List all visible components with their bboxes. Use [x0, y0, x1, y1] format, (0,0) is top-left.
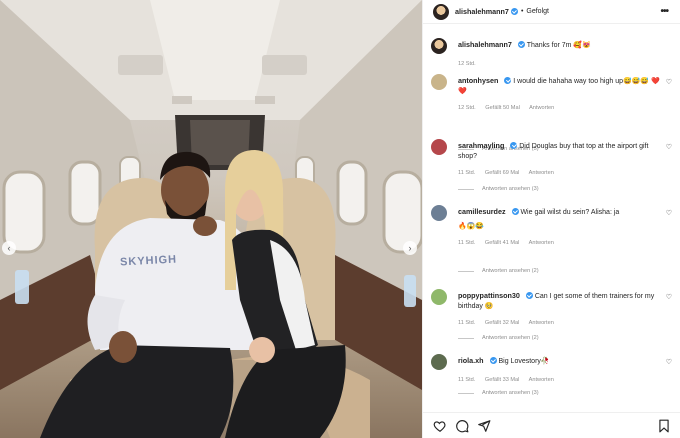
comment-username[interactable]: sarahmayling — [458, 141, 504, 150]
reply-button[interactable]: Antworten — [529, 240, 554, 246]
comment-item: antonhysen I would die hahaha way too hi… — [431, 74, 676, 152]
comment-text: Wie gail wilst du sein? Alisha: ja — [520, 209, 620, 216]
caption-text: Thanks for 7m 🥰😻 — [526, 42, 591, 49]
comment-like-heart-icon[interactable]: ♡ — [666, 143, 672, 151]
post-photo[interactable]: SKYHIGH ‹ › — [0, 0, 422, 438]
comment-icon[interactable] — [455, 419, 469, 433]
post-action-bar — [423, 412, 680, 438]
comment-avatar[interactable] — [431, 205, 447, 221]
comment-body: poppypattinson30 Can I get some of them … — [458, 291, 660, 328]
comment-avatar[interactable] — [431, 74, 447, 90]
jet-interior-image — [0, 0, 422, 438]
more-options-icon[interactable]: ••• — [660, 6, 668, 17]
verified-badge-icon — [510, 142, 518, 149]
comment-likes[interactable]: Gefällt 69 Mal — [485, 170, 520, 176]
view-replies-label: Antworten ansehen (3) — [482, 390, 539, 396]
post-sidebar: alishalehmann7 • Gefolgt ••• alishalehma… — [422, 0, 680, 438]
view-replies-button[interactable]: Antworten ansehen (3) — [458, 390, 539, 396]
bookmark-icon[interactable] — [658, 419, 670, 433]
caption: alishalehmann7 Thanks for 7m 🥰😻 12 Std. — [431, 38, 676, 74]
send-icon[interactable] — [477, 419, 491, 433]
comment-username[interactable]: camillesurdez — [458, 207, 506, 216]
comment-body: sarahmayling Did Douglas buy that top at… — [458, 141, 660, 178]
caption-username[interactable]: alishalehmann7 — [458, 40, 512, 49]
comment-avatar[interactable] — [431, 139, 447, 155]
comment-username[interactable]: antonhysen — [458, 76, 498, 85]
verified-badge-icon — [510, 8, 518, 15]
caption-body: alishalehmann7 Thanks for 7m 🥰😻 12 Std. — [458, 40, 660, 69]
view-replies-button[interactable]: Antworten ansehen (3) — [458, 186, 539, 192]
chevron-left-icon: ‹ — [7, 242, 11, 253]
verified-badge-icon — [504, 77, 512, 84]
verified-badge-icon — [525, 292, 533, 299]
comment-time[interactable]: 11 Std. — [458, 170, 475, 176]
comment-text: Big Lovestory🥀 — [498, 358, 550, 365]
comment-avatar[interactable] — [431, 354, 447, 370]
comment-body: antonhysen I would die hahaha way too hi… — [458, 76, 660, 113]
comment-time[interactable]: 11 Std. — [458, 320, 475, 326]
verified-badge-icon — [511, 208, 519, 215]
comment-likes[interactable]: Gefällt 33 Mal — [485, 377, 520, 383]
comment-time[interactable]: 11 Std. — [458, 240, 475, 246]
comment-time[interactable]: 12 Std. — [458, 105, 476, 111]
comment-list[interactable]: alishalehmann7 Thanks for 7m 🥰😻 12 Std. … — [423, 24, 680, 412]
comment-time[interactable]: 11 Std. — [458, 377, 475, 383]
view-replies-label: Antworten ansehen (2) — [482, 268, 539, 274]
comment-username[interactable]: riola.xh — [458, 356, 484, 365]
reply-button[interactable]: Antworten — [529, 320, 554, 326]
comment-body: camillesurdez Wie gail wilst du sein? Al… — [458, 207, 660, 248]
view-replies-button[interactable]: Antworten ansehen (2) — [458, 268, 539, 274]
caption-avatar[interactable] — [431, 38, 447, 54]
reply-button[interactable]: Antworten — [529, 105, 554, 111]
author-username[interactable]: alishalehmann7 — [455, 7, 509, 16]
post-header: alishalehmann7 • Gefolgt ••• — [423, 0, 680, 24]
previous-photo-button[interactable]: ‹ — [2, 241, 16, 255]
follow-status-button[interactable]: Gefolgt — [526, 8, 549, 15]
comment-likes[interactable]: Gefällt 50 Mal — [485, 105, 520, 111]
verified-badge-icon — [517, 41, 525, 48]
reply-button[interactable]: Antworten — [529, 170, 554, 176]
chevron-right-icon: › — [408, 242, 412, 253]
comment-like-heart-icon[interactable]: ♡ — [666, 209, 672, 217]
view-replies-button[interactable]: Antworten ansehen (2) — [458, 335, 539, 341]
next-photo-button[interactable]: › — [403, 241, 417, 255]
comment-likes[interactable]: Gefällt 32 Mal — [485, 320, 520, 326]
comment-avatar[interactable] — [431, 289, 447, 305]
comment-item: camillesurdez Wie gail wilst du sein? Al… — [431, 205, 676, 275]
verified-badge-icon — [489, 357, 497, 364]
separator-dot: • — [520, 8, 524, 15]
comment-item: poppypattinson30 Can I get some of them … — [431, 289, 676, 349]
comment-like-heart-icon[interactable]: ♡ — [666, 78, 672, 86]
heart-icon[interactable] — [433, 419, 447, 433]
comment-like-heart-icon[interactable]: ♡ — [666, 358, 672, 366]
comment-username[interactable]: poppypattinson30 — [458, 291, 520, 300]
comment-item: riola.xh Big Lovestory🥀 11 Std. Gefällt … — [431, 354, 676, 412]
comment-body: riola.xh Big Lovestory🥀 11 Std. Gefällt … — [458, 356, 660, 385]
comment-item: sarahmayling Did Douglas buy that top at… — [431, 139, 676, 199]
caption-time[interactable]: 12 Std. — [458, 61, 476, 67]
comment-likes[interactable]: Gefällt 41 Mal — [485, 240, 520, 246]
comment-emoji: 🔥😱😂 — [458, 223, 485, 230]
view-replies-label: Antworten ansehen (2) — [482, 335, 539, 341]
view-replies-label: Antworten ansehen (3) — [482, 186, 539, 192]
reply-button[interactable]: Antworten — [529, 377, 554, 383]
comment-like-heart-icon[interactable]: ♡ — [666, 293, 672, 301]
author-avatar[interactable] — [433, 3, 449, 20]
